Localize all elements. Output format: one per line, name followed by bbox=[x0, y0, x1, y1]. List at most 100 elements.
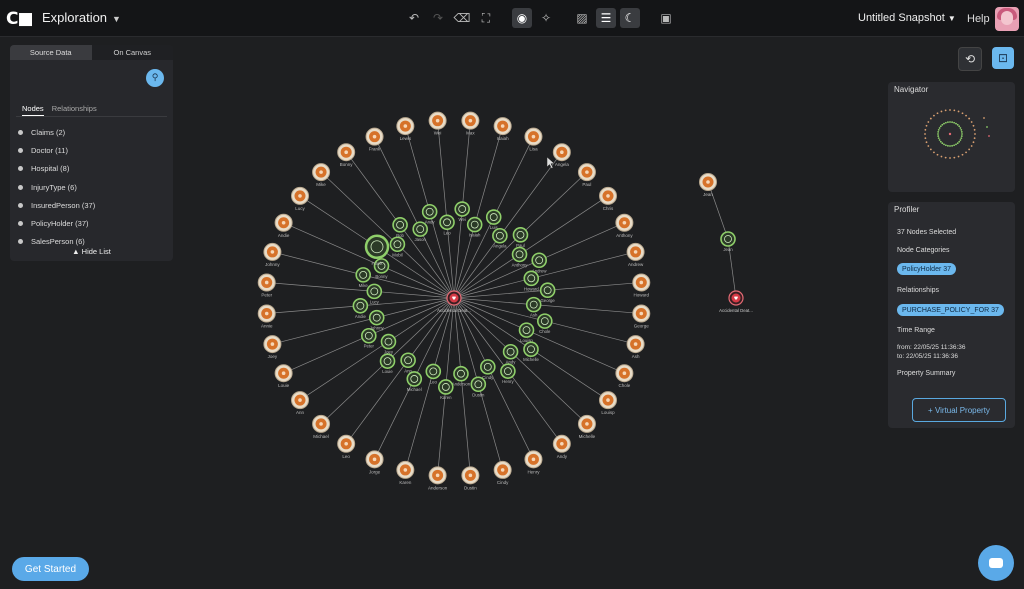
policy-holder-node[interactable]: Annie bbox=[257, 304, 276, 329]
insured-person-node[interactable]: Leo bbox=[425, 363, 442, 384]
insured-person-node[interactable]: Louisp bbox=[518, 322, 535, 343]
app-logo[interactable]: C■ bbox=[6, 9, 34, 29]
insured-person-node[interactable]: Howard bbox=[523, 270, 539, 291]
policy-holder-node[interactable]: Ann bbox=[290, 391, 309, 416]
insured-person-node[interactable]: Ann bbox=[400, 352, 416, 373]
insured-person-node[interactable]: Mike bbox=[355, 267, 372, 288]
policy-holder-node[interactable]: Bonny bbox=[337, 143, 356, 168]
insured-person-node[interactable]: Chole bbox=[536, 313, 553, 334]
fit-screen-button[interactable]: ⛶ bbox=[476, 8, 496, 28]
policy-holder-node[interactable]: Jean bbox=[699, 173, 717, 198]
policy-holder-node[interactable]: Wei bbox=[428, 111, 447, 136]
policy-holder-node[interactable]: Ash bbox=[626, 335, 645, 360]
policy-holder-node[interactable]: Andrew bbox=[626, 242, 645, 267]
insured-person-node[interactable]: Andie bbox=[352, 297, 369, 319]
tab-source-data[interactable]: Source Data bbox=[10, 45, 92, 60]
policy-holder-node[interactable]: Cindy bbox=[493, 460, 512, 485]
claim-node[interactable]: ♥ Accidental Deat... bbox=[437, 290, 471, 313]
policy-holder-node[interactable]: Lewis bbox=[396, 117, 415, 142]
tab-on-canvas[interactable]: On Canvas bbox=[91, 45, 173, 60]
redo-button[interactable]: ↷ bbox=[428, 8, 448, 28]
policy-holder-node[interactable]: Chris bbox=[599, 186, 618, 211]
get-started-button[interactable]: Get Started bbox=[12, 557, 89, 581]
list-item[interactable]: Claims (2) bbox=[18, 123, 95, 141]
insured-person-node[interactable]: Michelle bbox=[523, 341, 539, 362]
virtual-property-button[interactable]: + Virtual Property bbox=[912, 398, 1006, 422]
insured-person-node[interactable]: George bbox=[539, 282, 556, 303]
list-item[interactable]: Doctor (11) bbox=[18, 141, 95, 159]
policy-holder-node[interactable]: Mike bbox=[312, 163, 331, 188]
policy-holder-node[interactable]: George bbox=[632, 304, 651, 329]
policy-holder-node[interactable]: Michelle bbox=[577, 414, 596, 439]
list-item[interactable]: InjuryType (6) bbox=[18, 178, 95, 196]
chat-button[interactable] bbox=[978, 545, 1014, 581]
category-pill[interactable]: PolicyHolder 37 bbox=[897, 263, 957, 275]
policy-holder-node[interactable]: Paul bbox=[577, 163, 596, 188]
policy-holder-node[interactable]: Andy bbox=[552, 434, 571, 459]
policy-holder-node[interactable]: Peter bbox=[257, 273, 276, 298]
panel-toggle-button[interactable]: ⊡ bbox=[992, 47, 1014, 69]
policy-holder-node[interactable]: Isaiah bbox=[493, 117, 512, 142]
policy-holder-node[interactable]: Louie bbox=[274, 364, 293, 389]
policy-holder-node[interactable]: Dustin bbox=[461, 466, 480, 491]
policy-holder-node[interactable]: Louisp bbox=[599, 391, 618, 416]
policy-holder-node[interactable]: Joey bbox=[263, 335, 282, 360]
policy-holder-node[interactable]: Max bbox=[461, 111, 480, 136]
insured-person-node[interactable]: Luis bbox=[485, 209, 502, 230]
node-styling-button[interactable]: ◉ bbox=[512, 8, 532, 28]
insured-person-node[interactable]: Anderson bbox=[452, 365, 471, 387]
list-item[interactable]: Hospital (8) bbox=[18, 160, 95, 178]
list-item[interactable]: PolicyHolder (37) bbox=[18, 214, 95, 232]
insured-person-node[interactable]: Anthony bbox=[512, 246, 529, 267]
image-button[interactable]: ▨ bbox=[572, 8, 592, 28]
insured-person-node[interactable]: Lucy bbox=[366, 283, 383, 304]
moon-button[interactable]: ☾ bbox=[620, 8, 640, 28]
policy-holder-node[interactable]: Chole bbox=[615, 364, 634, 389]
insured-person-node[interactable]: Jason bbox=[412, 221, 428, 242]
help-link[interactable]: Help bbox=[967, 13, 990, 25]
wand-button[interactable]: ✧ bbox=[536, 8, 556, 28]
tab-nodes[interactable]: Nodes bbox=[22, 104, 44, 116]
insured-person-node[interactable]: Ash bbox=[525, 296, 542, 318]
eraser-button[interactable]: ⌫ bbox=[452, 8, 472, 28]
insured-person-node[interactable]: Andy bbox=[421, 203, 438, 225]
policy-holder-node[interactable]: Johnny bbox=[263, 242, 282, 267]
insured-person-node[interactable]: Cindy bbox=[480, 359, 496, 380]
insured-person-node[interactable]: Dustin bbox=[470, 376, 487, 397]
policy-holder-node[interactable]: Andie bbox=[274, 213, 293, 238]
policy-holder-node[interactable]: Karen bbox=[396, 460, 415, 485]
insured-person-node[interactable]: Karen bbox=[438, 379, 454, 400]
graph-canvas[interactable]: Max Wei Isaiah Isaiah Lisa Luis Angela Angela Pa… bbox=[180, 40, 880, 545]
insured-person-node[interactable]: Michael bbox=[406, 371, 423, 392]
search-button[interactable]: ⚲ bbox=[146, 69, 164, 87]
policy-holder-node[interactable]: Henry bbox=[524, 450, 543, 475]
insured-person-node[interactable]: Joey bbox=[380, 333, 397, 355]
policy-holder-node[interactable]: Howard bbox=[632, 273, 651, 298]
layout-button[interactable]: ⟲ bbox=[958, 47, 982, 71]
snapshot-menu[interactable]: Untitled Snapshot ▼ bbox=[858, 12, 956, 24]
policy-holder-node[interactable]: Michael bbox=[312, 414, 331, 439]
insured-person-node[interactable]: Wei bbox=[454, 201, 470, 222]
insured-person-node[interactable]: Henry bbox=[500, 363, 516, 384]
policy-holder-node[interactable]: Angela bbox=[552, 143, 571, 168]
relationship-pill[interactable]: PURCHASE_POLICY_FOR 37 bbox=[897, 304, 1004, 316]
insured-person-node[interactable]: Louie bbox=[379, 353, 396, 374]
avatar[interactable] bbox=[995, 7, 1019, 31]
policy-holder-node[interactable]: Anthony bbox=[615, 213, 634, 238]
insured-person-node[interactable]: Jean bbox=[720, 231, 736, 252]
policy-holder-node[interactable]: Leo bbox=[337, 434, 356, 459]
undo-button[interactable]: ↶ bbox=[404, 8, 424, 28]
insured-person-node[interactable]: Bob bbox=[392, 217, 408, 238]
workspace-menu[interactable]: Exploration ▼ bbox=[42, 10, 121, 25]
insured-person-node[interactable]: Andy bbox=[502, 343, 519, 365]
policy-holder-node[interactable]: Anderson bbox=[428, 466, 448, 491]
insured-person-node[interactable]: Angela bbox=[492, 227, 508, 249]
insured-person-node[interactable]: Mobil bbox=[389, 236, 406, 257]
insured-person-node[interactable]: Peter bbox=[361, 327, 377, 349]
hide-list-button[interactable]: ▲ Hide List bbox=[10, 247, 173, 256]
policy-holder-node[interactable]: Lucy bbox=[290, 186, 309, 211]
tab-relationships[interactable]: Relationships bbox=[52, 104, 97, 116]
claim-node[interactable]: ♥ Accidental Deat... bbox=[719, 290, 753, 313]
camera-button[interactable]: ▣ bbox=[656, 8, 676, 28]
insured-person-node[interactable]: Andrew bbox=[531, 252, 547, 273]
